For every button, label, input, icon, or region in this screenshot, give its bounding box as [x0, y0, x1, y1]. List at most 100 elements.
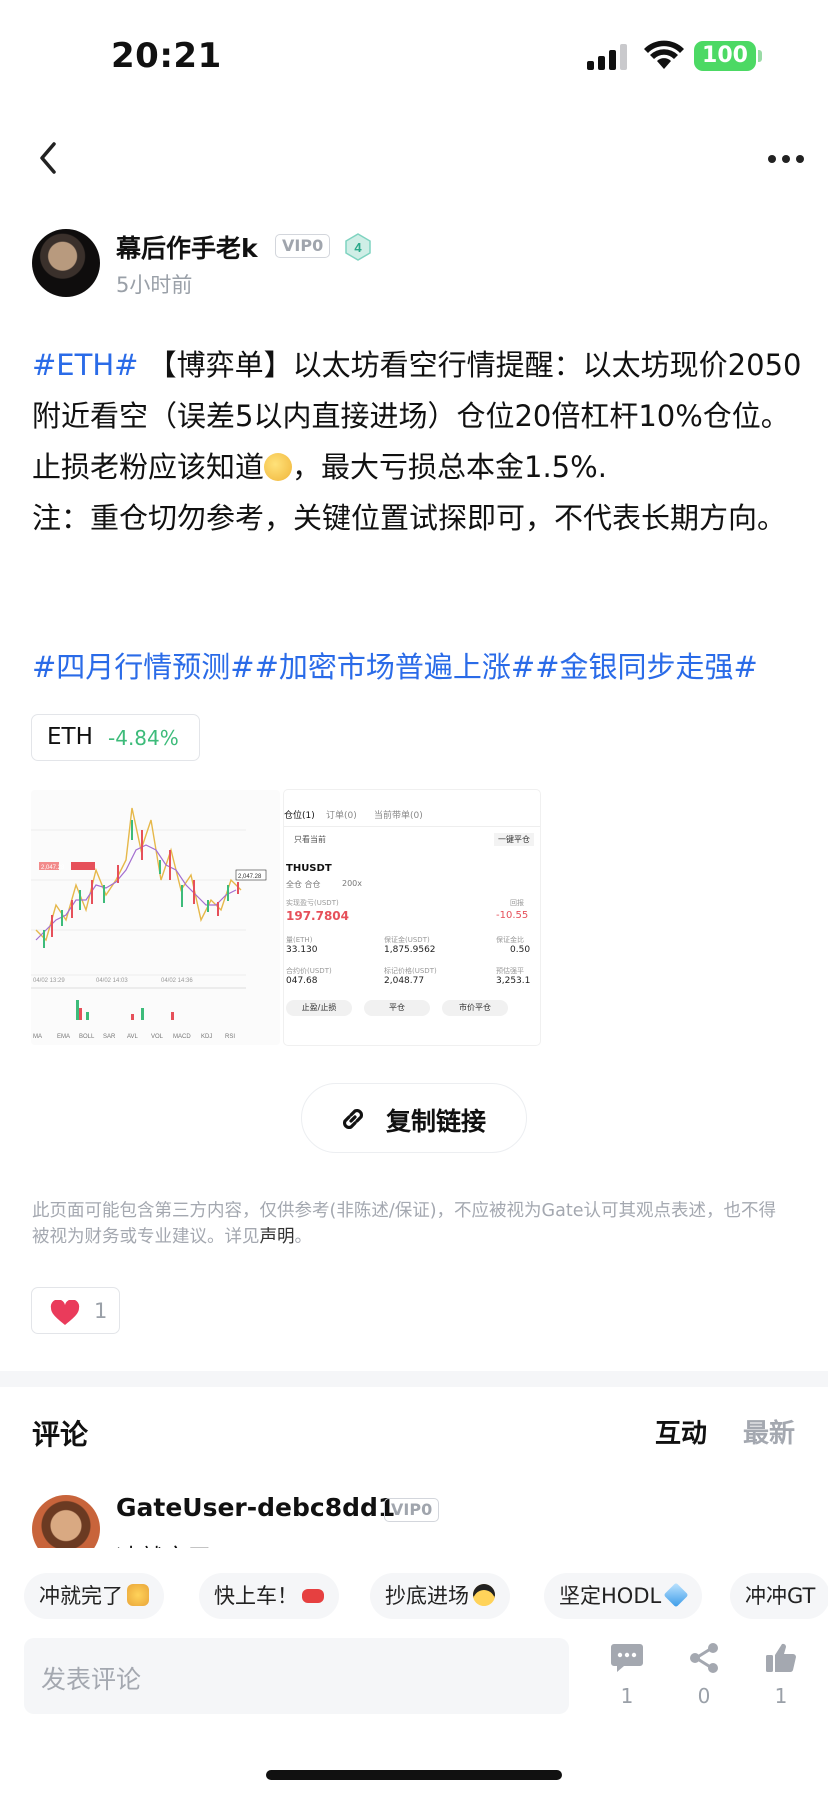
chart-indicator-rsi: RSI	[225, 1034, 235, 1040]
quick-reply-label: 坚定HODL	[559, 1584, 662, 1608]
author-name[interactable]: 幕后作手老k	[116, 229, 258, 265]
disclaimer-end: 。	[294, 1227, 313, 1247]
pos-row1-value-3: 0.50	[510, 945, 531, 955]
pos-tab-2: 订单(0)	[326, 811, 357, 821]
hashtag-eth[interactable]: #ETH#	[32, 348, 138, 382]
pos-row2-label-1: 合约价(USDT)	[286, 967, 332, 975]
pos-btn-market-close: 市价平仓	[442, 1000, 508, 1016]
wifi-icon	[644, 40, 684, 69]
pos-pair: THUSDT	[286, 863, 332, 874]
chart-date-1: 04/02 13:29	[33, 978, 65, 984]
pos-row1-label-3: 保证金比	[496, 936, 524, 944]
pos-row1-value-1: 33.130	[286, 945, 318, 955]
chart-price-tag-1: 2,047.28	[41, 865, 65, 871]
home-indicator	[266, 1770, 562, 1780]
quick-reply-label: 冲冲GT	[745, 1584, 816, 1608]
battery-icon: 100	[694, 41, 756, 71]
status-bar: 20:21 100	[0, 0, 828, 110]
candlestick-chart-thumbnail: 2,047.28 2,047.28 04/02 13:29 04/02 14:0…	[31, 790, 280, 1045]
quick-reply-label: 抄底进场	[385, 1584, 469, 1608]
chart-indicator-kdj: KDJ	[201, 1034, 212, 1040]
commenter-name[interactable]: GateUser-debc8dd1	[116, 1493, 395, 1522]
chart-price-tag-2: 2,047.28	[238, 874, 262, 880]
pos-close-all: 一键平仓	[494, 833, 534, 846]
chart-date-3: 04/02 14:36	[161, 978, 193, 984]
disclaimer-link[interactable]: 声明	[260, 1227, 295, 1247]
battery-tip	[758, 50, 762, 62]
pos-btn-tpsl: 止盈/止损	[286, 1000, 352, 1016]
quick-reply-chip[interactable]: 冲冲GT	[730, 1573, 828, 1619]
quick-reply-chip[interactable]: 抄底进场	[370, 1573, 510, 1619]
pos-tab-1: 仓位(1)	[284, 811, 315, 821]
thumbs-up-icon	[766, 1643, 796, 1673]
chart-indicator-ma: MA	[33, 1034, 42, 1040]
comment-text: 冲就完了	[116, 1538, 212, 1548]
share-action[interactable]: 0	[679, 1642, 729, 1708]
chart-date-2: 04/02 14:03	[96, 978, 128, 984]
author-avatar[interactable]	[32, 229, 100, 297]
level-badge-icon: 4	[345, 233, 371, 261]
pos-row2-value-2: 2,048.77	[384, 976, 425, 986]
commenter-avatar[interactable]	[32, 1495, 100, 1548]
comment-input-placeholder: 发表评论	[41, 1665, 142, 1694]
attached-image-positions[interactable]: 仓位(1) 订单(0) 当前带单(0) 只看当前 一键平仓 THUSDT 全仓 …	[284, 790, 540, 1045]
comment-input[interactable]: 发表评论	[24, 1638, 569, 1714]
car-icon	[302, 1589, 324, 1603]
pos-only-current: 只看当前	[294, 835, 326, 844]
chart-indicator-boll: BOLL	[79, 1034, 95, 1040]
post-text-2: ，最大亏损总本金1.5%.	[292, 450, 607, 484]
commenter-vip-badge: VIP0	[384, 1498, 440, 1522]
vip-badge: VIP0	[275, 234, 331, 258]
disclaimer: 此页面可能包含第三方内容，仅供参考(非陈述/保证)，不应被视为Gate认可其观点…	[32, 1198, 792, 1250]
tab-interact[interactable]: 互动	[655, 1413, 707, 1450]
pos-row2-value-3: 3,253.1	[496, 976, 531, 986]
copy-link-button[interactable]: 复制链接	[301, 1083, 527, 1153]
chart-indicator-vol: VOL	[151, 1034, 164, 1040]
sunglasses-face-icon	[473, 1584, 495, 1606]
more-options-icon[interactable]	[766, 152, 806, 166]
comment-action[interactable]: 1	[602, 1642, 652, 1708]
pos-leverage: 200x	[342, 879, 363, 888]
like-button[interactable]: 1	[31, 1287, 120, 1334]
quick-reply-chip[interactable]: 快上车！	[199, 1573, 339, 1619]
pos-row2-value-1: 047.68	[286, 976, 318, 986]
pos-mode: 全仓 合仓	[286, 880, 321, 889]
pos-row2-label-3: 预估强平	[496, 967, 524, 975]
post-text-3: 注：重仓切勿参考，关键位置试探即可，不代表长期方向。	[32, 501, 787, 535]
thumbs-up-action[interactable]: 1	[756, 1642, 806, 1708]
quick-reply-chip[interactable]: 冲就完了	[24, 1573, 164, 1619]
link-icon	[342, 1108, 364, 1130]
author-header: 幕后作手老k VIP0 4 5小时前	[32, 229, 792, 301]
pos-row2-label-2: 标记价格(USDT)	[384, 967, 437, 975]
pos-roi-label: 回报	[510, 899, 524, 907]
tab-latest[interactable]: 最新	[743, 1413, 795, 1450]
ticker-change: -4.84%	[108, 726, 179, 750]
ticker-symbol: ETH	[47, 724, 93, 750]
share-icon	[690, 1643, 718, 1673]
pos-divider	[284, 826, 540, 827]
chart-indicator-macd: MACD	[173, 1034, 191, 1040]
comment-bubble-icon	[611, 1644, 643, 1672]
attached-image-chart[interactable]: 2,047.28 2,047.28 04/02 13:29 04/02 14:0…	[31, 790, 280, 1045]
section-divider	[0, 1371, 828, 1387]
thumbs-up-count: 1	[774, 1684, 788, 1708]
post-hashtags[interactable]: #四月行情预测##加密市场普遍上涨##金银同步走强#	[32, 644, 758, 686]
heart-icon	[50, 1300, 80, 1325]
pos-pnl: 197.7804	[286, 909, 350, 923]
cellular-signal-icon	[587, 44, 627, 70]
chart-indicator-avl: AVL	[127, 1034, 139, 1040]
pos-row1-label-2: 保证金(USDT)	[384, 936, 430, 944]
quick-reply-label: 快上车！	[214, 1584, 298, 1608]
level-number: 4	[354, 240, 362, 255]
back-chevron-icon[interactable]	[34, 138, 64, 178]
pos-pnl-label: 实现盈亏(USDT)	[286, 899, 339, 907]
share-count: 0	[697, 1684, 711, 1708]
ticker-chip[interactable]: ETH -4.84%	[31, 714, 200, 761]
gem-icon	[663, 1582, 689, 1608]
fist-icon	[127, 1584, 149, 1606]
pos-tab-3: 当前带单(0)	[374, 811, 423, 821]
quick-reply-chip[interactable]: 坚定HODL	[544, 1573, 703, 1619]
like-count: 1	[94, 1299, 108, 1323]
pos-row1-label-1: 量(ETH)	[286, 936, 313, 944]
thinking-face-icon	[264, 453, 293, 481]
